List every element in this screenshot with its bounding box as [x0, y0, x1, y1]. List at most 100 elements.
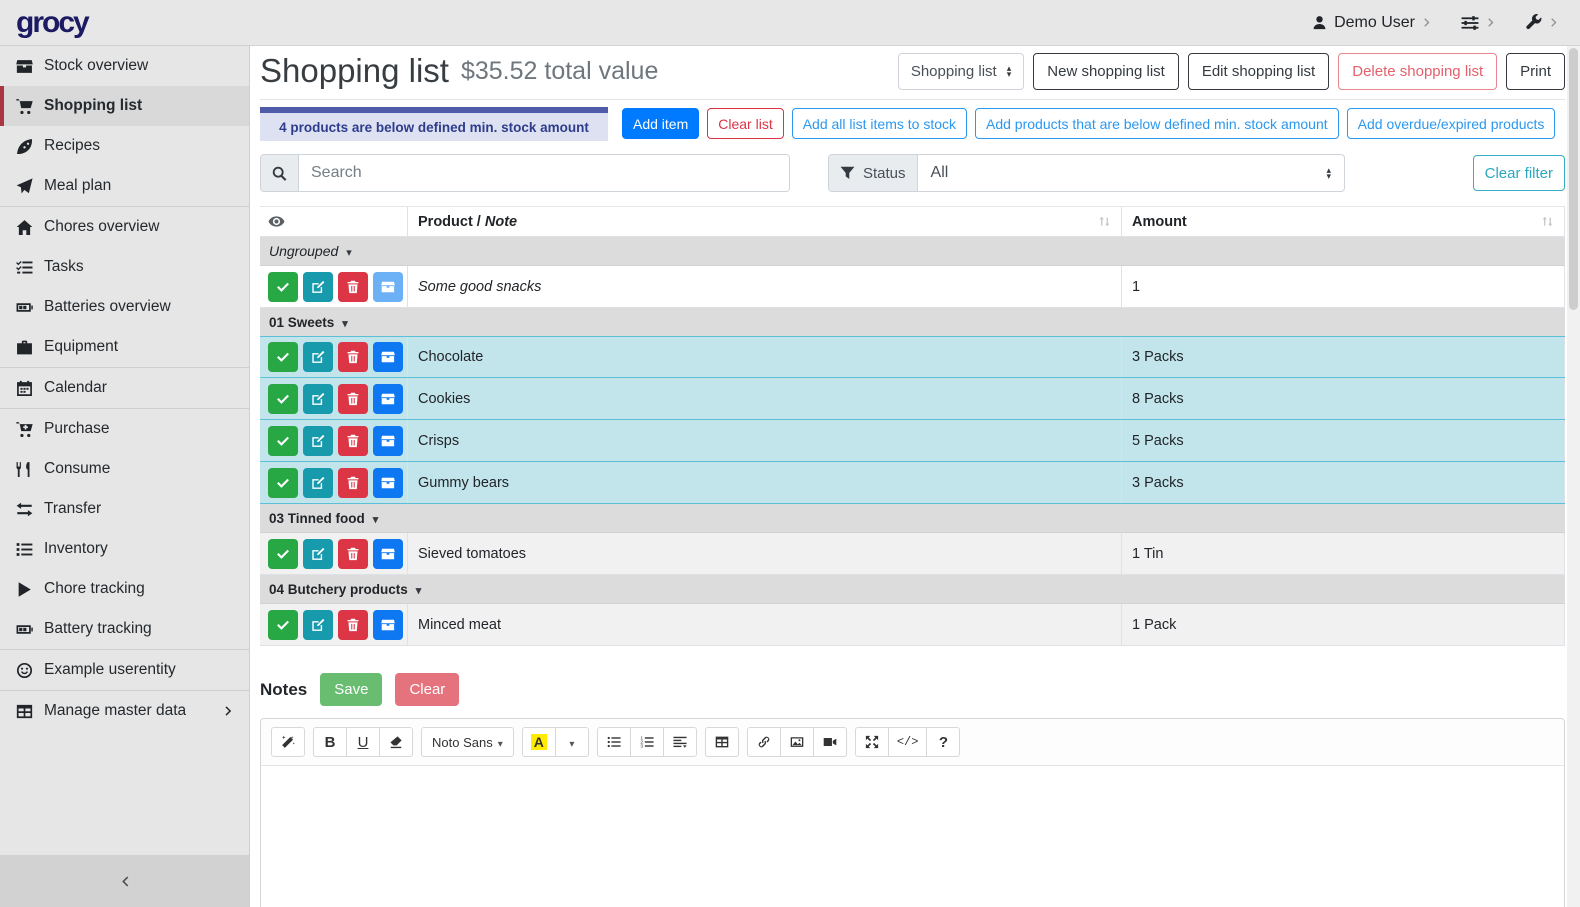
settings-menu[interactable]	[1461, 14, 1497, 32]
underline-button[interactable]: U	[346, 727, 380, 757]
add-to-stock-button[interactable]	[373, 610, 403, 640]
edit-shopping-list-button[interactable]: Edit shopping list	[1188, 53, 1329, 90]
mark-done-button[interactable]	[268, 610, 298, 640]
edit-item-button[interactable]	[303, 342, 333, 372]
notes-edit-area[interactable]	[261, 766, 1564, 907]
delete-item-button[interactable]	[338, 426, 368, 456]
add-to-stock-button[interactable]	[373, 342, 403, 372]
edit-item-button[interactable]	[303, 539, 333, 569]
search-input[interactable]	[299, 155, 789, 191]
delete-item-button[interactable]	[338, 539, 368, 569]
home-icon	[16, 219, 33, 236]
print-button[interactable]: Print	[1506, 53, 1565, 90]
amount-column-header[interactable]: Amount	[1122, 207, 1565, 236]
sidebar-item-transfer[interactable]: Transfer	[0, 489, 249, 529]
table-icon	[715, 735, 729, 749]
add-to-stock-button[interactable]	[373, 468, 403, 498]
add-to-stock-button[interactable]	[373, 426, 403, 456]
calendar-icon	[16, 380, 33, 397]
user-menu-label: Demo User	[1334, 14, 1415, 32]
scrollbar-thumb[interactable]	[1569, 48, 1578, 310]
below-min-stock-alert[interactable]: 4 products are below defined min. stock …	[260, 107, 608, 141]
mark-done-button[interactable]	[268, 384, 298, 414]
vertical-scrollbar[interactable]	[1567, 46, 1580, 907]
delete-shopping-list-button[interactable]: Delete shopping list	[1338, 53, 1497, 90]
add-to-stock-button[interactable]	[373, 384, 403, 414]
clear-formatting-button[interactable]	[379, 727, 413, 757]
edit-item-button[interactable]	[303, 384, 333, 414]
shopping-list-select[interactable]: Shopping list	[898, 53, 1024, 90]
delete-item-button[interactable]	[338, 610, 368, 640]
clear-list-button[interactable]: Clear list	[707, 108, 783, 139]
user-icon	[1312, 15, 1327, 30]
delete-item-button[interactable]	[338, 342, 368, 372]
clear-filter-button[interactable]: Clear filter	[1473, 155, 1565, 191]
edit-item-button[interactable]	[303, 272, 333, 302]
magic-style-button[interactable]	[271, 727, 305, 757]
sidebar-item-tasks[interactable]: Tasks	[0, 247, 249, 287]
ordered-list-button[interactable]	[630, 727, 664, 757]
code-view-button[interactable]: </>	[888, 727, 928, 757]
add-all-to-stock-button[interactable]: Add all list items to stock	[792, 108, 967, 139]
user-menu[interactable]: Demo User	[1312, 14, 1433, 32]
status-filter-select[interactable]: All	[918, 155, 1344, 191]
add-below-min-button[interactable]: Add products that are below defined min.…	[975, 108, 1339, 139]
paragraph-align-button[interactable]	[663, 727, 697, 757]
bold-button[interactable]: B	[313, 727, 347, 757]
edit-item-button[interactable]	[303, 610, 333, 640]
group-header-ungrouped[interactable]: Ungrouped	[260, 237, 1565, 266]
sidebar-item-inventory[interactable]: Inventory	[0, 529, 249, 569]
sidebar-item-stock-overview[interactable]: Stock overview	[0, 46, 249, 86]
text-color-button[interactable]: A	[522, 727, 556, 757]
sidebar-item-meal-plan[interactable]: Meal plan	[0, 166, 249, 206]
sidebar-item-consume[interactable]: Consume	[0, 449, 249, 489]
delete-item-button[interactable]	[338, 272, 368, 302]
insert-image-button[interactable]	[780, 727, 814, 757]
mark-done-button[interactable]	[268, 468, 298, 498]
help-button[interactable]: ?	[926, 727, 960, 757]
insert-link-button[interactable]	[747, 727, 781, 757]
sidebar-item-manage-master-data[interactable]: Manage master data	[0, 691, 249, 731]
color-dropdown-button[interactable]	[555, 727, 589, 757]
notes-save-button[interactable]: Save	[320, 673, 382, 706]
unordered-list-button[interactable]	[597, 727, 631, 757]
sort-icon	[1541, 215, 1554, 228]
sidebar-item-shopping-list[interactable]: Shopping list	[0, 86, 249, 126]
admin-menu[interactable]	[1525, 14, 1560, 31]
insert-table-button[interactable]	[705, 727, 739, 757]
fullscreen-button[interactable]	[855, 727, 889, 757]
caret-down-icon	[373, 511, 379, 526]
sidebar-collapse-button[interactable]	[0, 855, 249, 907]
mark-done-button[interactable]	[268, 272, 298, 302]
new-shopping-list-button[interactable]: New shopping list	[1033, 53, 1179, 90]
notes-clear-button[interactable]: Clear	[395, 673, 459, 706]
font-family-dropdown[interactable]: Noto Sans	[421, 727, 514, 757]
edit-item-button[interactable]	[303, 426, 333, 456]
delete-item-button[interactable]	[338, 468, 368, 498]
product-column-header[interactable]: Product / Note	[408, 207, 1122, 236]
add-overdue-button[interactable]: Add overdue/expired products	[1347, 108, 1556, 139]
sidebar-item-equipment[interactable]: Equipment	[0, 327, 249, 367]
sidebar-item-recipes[interactable]: Recipes	[0, 126, 249, 166]
sidebar-item-calendar[interactable]: Calendar	[0, 368, 249, 408]
add-to-stock-button[interactable]	[373, 272, 403, 302]
add-to-stock-button[interactable]	[373, 539, 403, 569]
top-bar: grocy Demo User	[0, 0, 1580, 46]
sidebar-item-chore-tracking[interactable]: Chore tracking	[0, 569, 249, 609]
mark-done-button[interactable]	[268, 342, 298, 372]
edit-item-button[interactable]	[303, 468, 333, 498]
add-item-button[interactable]: Add item	[622, 108, 699, 139]
insert-video-button[interactable]	[813, 727, 847, 757]
grocy-logo[interactable]: grocy	[16, 6, 88, 40]
sidebar-item-purchase[interactable]: Purchase	[0, 409, 249, 449]
group-header-tinned-food[interactable]: 03 Tinned food	[260, 504, 1565, 533]
delete-item-button[interactable]	[338, 384, 368, 414]
group-header-sweets[interactable]: 01 Sweets	[260, 308, 1565, 337]
mark-done-button[interactable]	[268, 426, 298, 456]
mark-done-button[interactable]	[268, 539, 298, 569]
group-header-butchery-products[interactable]: 04 Butchery products	[260, 575, 1565, 604]
sidebar-item-batteries-overview[interactable]: Batteries overview	[0, 287, 249, 327]
sidebar-item-battery-tracking[interactable]: Battery tracking	[0, 609, 249, 649]
sidebar-item-example-userentity[interactable]: Example userentity	[0, 650, 249, 690]
sidebar-item-chores-overview[interactable]: Chores overview	[0, 207, 249, 247]
